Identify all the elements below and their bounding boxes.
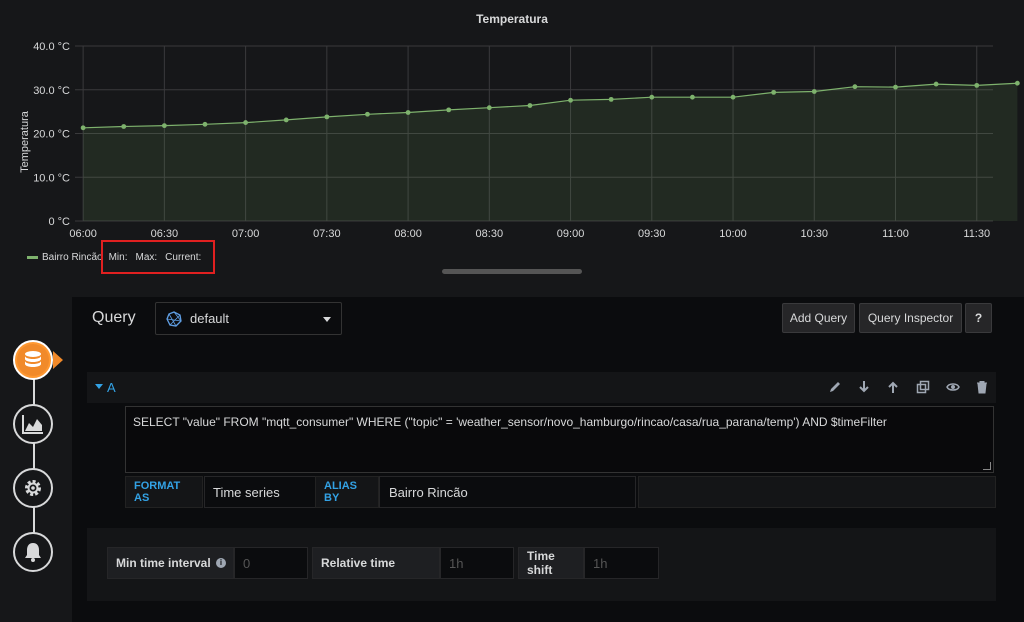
y-axis-ticks: 0 °C 10.0 °C 20.0 °C 30.0 °C 40.0 °C [33,41,70,228]
data-point[interactable] [121,124,127,129]
trash-icon[interactable] [975,380,989,394]
alias-by-label: ALIAS BY [315,476,379,508]
min-time-interval-input[interactable] [234,547,308,579]
temperature-chart: 0 °C10.0 °C20.0 °C30.0 °C40.0 °C 06:00 06… [19,41,1020,240]
data-point[interactable] [690,94,695,100]
x-tick-label: 09:30 [638,228,666,240]
data-point[interactable] [527,103,533,108]
legend-color-swatch[interactable] [27,255,38,259]
x-tick-label: 09:00 [557,228,585,240]
move-down-icon[interactable] [857,380,871,394]
sidebar-item-queries[interactable] [13,340,53,380]
data-point[interactable] [1014,80,1020,86]
active-item-arrow [53,351,63,369]
data-point[interactable] [568,97,573,103]
x-tick-label: 10:00 [719,228,747,240]
panel-resize-handle[interactable] [442,269,582,274]
data-point[interactable] [446,107,452,113]
x-axis-ticks: 06:00 06:30 07:00 07:30 08:00 08:30 09:00 09:30… [69,228,990,240]
x-tick-label: 06:00 [69,228,97,240]
data-point[interactable] [80,125,86,131]
gear-icon [25,480,41,496]
query-inspector-button[interactable]: Query Inspector [859,303,962,333]
chevron-down-icon [323,317,331,322]
pencil-icon[interactable] [828,380,842,394]
data-point[interactable] [974,82,980,88]
time-shift-label: Time shift [518,547,584,579]
y-tick-label: 20.0 °C [33,129,70,141]
move-up-icon[interactable] [886,380,900,394]
y-tick-label: 40.0 °C [33,41,70,53]
relative-time-input[interactable] [440,547,514,579]
x-tick-label: 11:00 [882,228,909,240]
x-tick-label: 06:30 [151,228,179,240]
data-point[interactable] [365,111,370,117]
y-axis-label: Temperatura [19,110,31,173]
data-point[interactable] [486,105,492,111]
query-text-editor[interactable]: SELECT "value" FROM "mqtt_consumer" WHER… [125,406,994,473]
annotation-highlight-box [101,240,215,274]
x-tick-label: 07:00 [232,228,260,240]
sidebar-rail-line [33,362,35,557]
bell-icon [25,543,41,562]
format-as-label: FORMAT AS [125,476,203,508]
y-tick-label: 30.0 °C [33,85,70,97]
graph-panel: Temperatura 0 °C 10.0 °C 20.0 °C 30.0 °C 40.… [0,0,1024,290]
data-point[interactable] [933,81,939,87]
data-point[interactable] [771,89,777,95]
textarea-resize-handle[interactable] [983,462,991,470]
data-point[interactable] [202,121,208,127]
x-tick-label: 08:00 [394,228,422,240]
collapse-toggle-icon[interactable] [95,384,103,389]
data-point[interactable] [649,94,655,100]
data-point[interactable] [811,89,817,94]
data-point[interactable] [405,110,411,115]
eye-icon[interactable] [946,380,960,394]
datasource-picker[interactable]: default [155,302,342,335]
data-point[interactable] [608,96,614,102]
min-time-interval-label: Min time interval [107,547,234,579]
min-time-interval-text: Min time interval [116,556,211,570]
data-point[interactable] [893,84,898,90]
influxdb-icon [166,310,182,327]
y-tick-label: 10.0 °C [33,172,70,184]
data-point[interactable] [283,117,289,123]
x-tick-label: 11:30 [963,228,990,240]
relative-time-label: Relative time [312,547,440,579]
alias-by-input[interactable] [379,476,636,508]
data-point[interactable] [730,94,736,100]
data-point[interactable] [161,123,167,129]
sidebar-item-alert[interactable] [13,532,53,572]
query-section-title: Query [92,309,136,326]
help-button[interactable]: ? [965,303,992,333]
info-icon[interactable]: i [216,558,226,568]
y-tick-label: 0 °C [48,216,70,228]
time-shift-input[interactable] [584,547,659,579]
add-query-button[interactable]: Add Query [782,303,855,333]
x-tick-label: 10:30 [801,228,829,240]
x-tick-label: 07:30 [313,228,341,240]
database-icon [25,351,41,367]
duplicate-icon[interactable] [916,380,930,394]
data-point[interactable] [852,84,858,90]
format-row-filler [638,476,996,508]
legend-series-name[interactable]: Bairro Rincão [42,252,103,263]
sidebar-item-visualization[interactable] [13,404,53,444]
format-row: FORMAT AS Time series ALIAS BY [125,476,996,509]
sidebar-item-general[interactable] [13,468,53,508]
chart-icon [22,415,43,434]
series-area-fill [83,83,1018,221]
x-tick-label: 08:30 [476,228,504,240]
format-as-value: Time series [213,484,280,500]
query-ref-id[interactable]: A [107,380,116,395]
datasource-value: default [190,311,230,326]
data-point[interactable] [324,114,330,120]
data-point[interactable] [243,120,249,125]
query-text-content: SELECT "value" FROM "mqtt_consumer" WHER… [133,415,887,429]
